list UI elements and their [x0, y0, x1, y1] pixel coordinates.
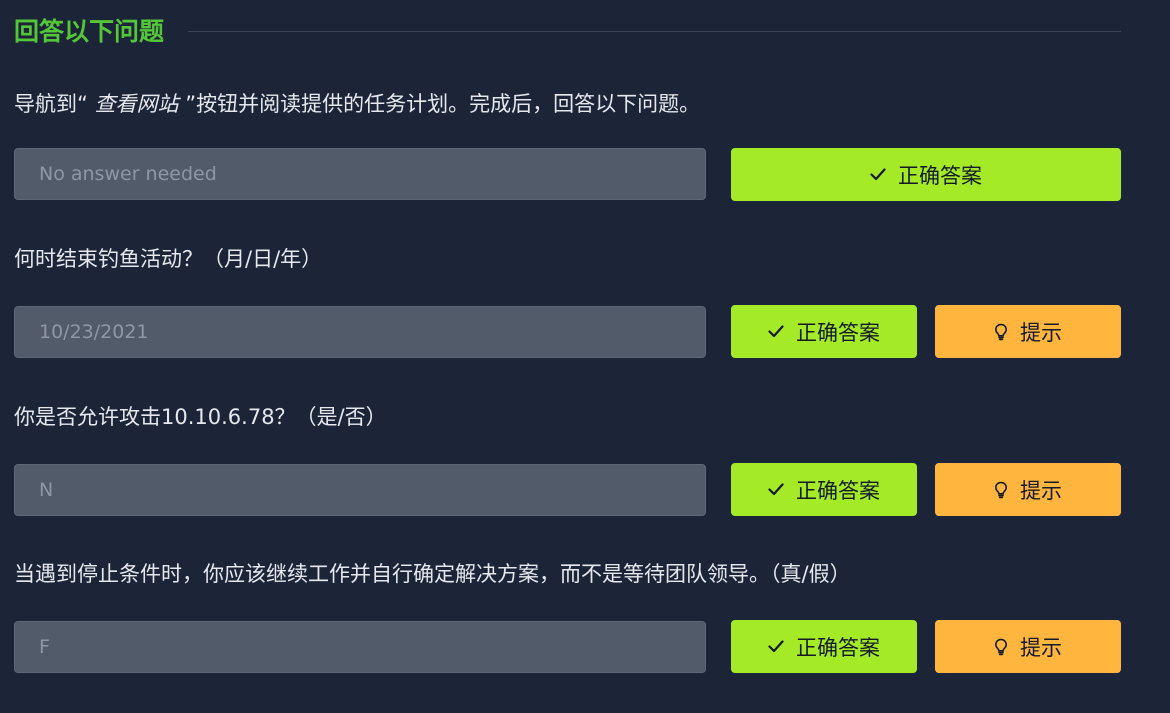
- lightbulb-icon: [994, 481, 1008, 499]
- correct-answer-label-3: 正确答案: [796, 478, 880, 503]
- question-2-text: 何时结束钓鱼活动？（月/日/年）: [14, 247, 323, 271]
- question-4-text: 当遇到停止条件时，你应该继续工作并自行确定解决方案，而不是等待团队领导。（真/假…: [14, 562, 851, 586]
- hint-label-3: 提示: [1020, 478, 1062, 503]
- check-icon: [768, 483, 784, 496]
- hint-label-4: 提示: [1020, 635, 1062, 660]
- answer-field-4[interactable]: F: [14, 621, 706, 673]
- answer-field-2[interactable]: 10/23/2021: [14, 306, 706, 358]
- header-divider: [188, 30, 1121, 32]
- answer-field-1[interactable]: No answer needed: [14, 148, 706, 200]
- correct-answer-button-4[interactable]: 正确答案: [731, 620, 917, 673]
- hint-button-2[interactable]: 提示: [935, 305, 1121, 358]
- check-icon: [768, 640, 784, 653]
- correct-answer-button-1[interactable]: 正确答案: [731, 148, 1121, 201]
- hint-button-4[interactable]: 提示: [935, 620, 1121, 673]
- hint-label-2: 提示: [1020, 320, 1062, 345]
- question-1-text-after: ”按钮并阅读提供的任务计划。完成后，回答以下问题。: [178, 92, 701, 116]
- answer-field-3[interactable]: N: [14, 464, 706, 516]
- section-title: 回答以下问题: [14, 17, 165, 46]
- correct-answer-button-2[interactable]: 正确答案: [731, 305, 917, 358]
- hint-button-3[interactable]: 提示: [935, 463, 1121, 516]
- answer-value-1: No answer needed: [39, 163, 217, 185]
- answer-value-2: 10/23/2021: [39, 321, 149, 343]
- correct-answer-label-2: 正确答案: [796, 320, 880, 345]
- lightbulb-icon: [994, 638, 1008, 656]
- check-icon: [768, 325, 784, 338]
- answer-value-3: N: [39, 479, 54, 501]
- correct-answer-button-3[interactable]: 正确答案: [731, 463, 917, 516]
- question-1-text: 导航到“ 查看网站 ”按钮并阅读提供的任务计划。完成后，回答以下问题。: [14, 88, 700, 118]
- question-3-text: 你是否允许攻击10.10.6.78？（是/否）: [14, 405, 387, 429]
- lightbulb-icon: [994, 323, 1008, 341]
- question-1-text-before: 导航到“: [14, 92, 95, 116]
- check-icon: [870, 168, 886, 181]
- view-site-link-text: 查看网站: [94, 92, 179, 116]
- correct-answer-label-1: 正确答案: [898, 163, 982, 188]
- section-header: 回答以下问题: [14, 12, 1121, 48]
- correct-answer-label-4: 正确答案: [796, 635, 880, 660]
- answer-value-4: F: [39, 636, 50, 658]
